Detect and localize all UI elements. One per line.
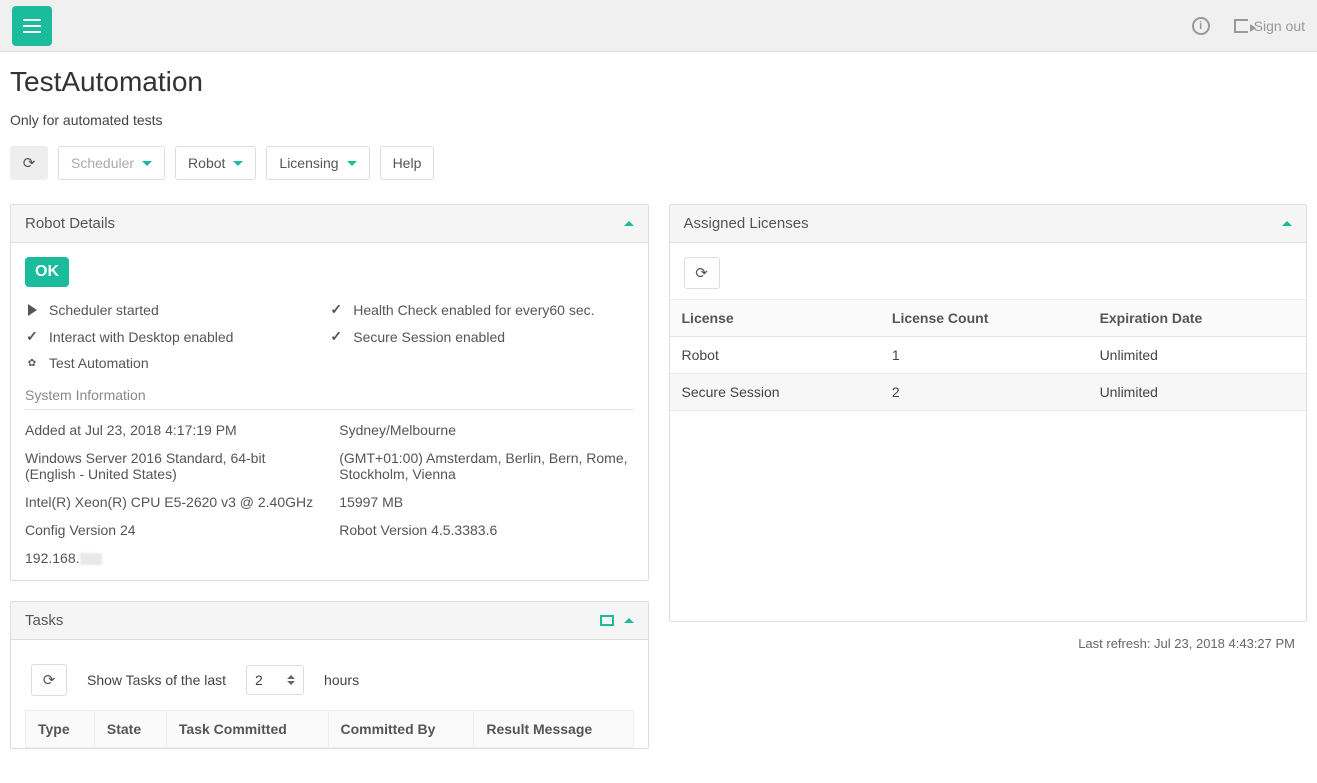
- licenses-panel: Assigned Licenses ⟳ License License Coun…: [669, 204, 1308, 622]
- info-config: Config Version 24: [25, 522, 319, 538]
- licenses-refresh-button[interactable]: ⟳: [684, 257, 720, 289]
- collapse-icon: [624, 618, 634, 623]
- refresh-icon: ⟳: [23, 156, 36, 171]
- info-ip: 192.168.: [25, 550, 319, 566]
- status-scheduler: Scheduler started: [25, 301, 329, 318]
- info-cpu: Intel(R) Xeon(R) CPU E5-2620 v3 @ 2.40GH…: [25, 494, 319, 510]
- refresh-icon: ⟳: [43, 673, 56, 688]
- col-result[interactable]: Result Message: [474, 711, 633, 748]
- col-license[interactable]: License: [670, 300, 880, 337]
- scheduler-label: Scheduler: [71, 155, 134, 171]
- refresh-icon: ⟳: [695, 266, 708, 281]
- signout-icon: [1234, 19, 1248, 33]
- tasks-title: Tasks: [25, 612, 63, 629]
- info-rversion: Robot Version 4.5.3383.6: [339, 522, 633, 538]
- robot-label: Robot: [188, 155, 225, 171]
- robot-details-title: Robot Details: [25, 215, 115, 232]
- system-info-grid: Added at Jul 23, 2018 4:17:19 PM Sydney/…: [25, 422, 634, 566]
- collapse-icon: [1282, 221, 1292, 226]
- hours-unit: hours: [324, 672, 359, 688]
- robot-details-header[interactable]: Robot Details: [11, 205, 648, 243]
- licenses-footer: Last refresh: Jul 23, 2018 4:43:27 PM: [669, 628, 1308, 659]
- caret-down-icon: [142, 161, 152, 166]
- ip-mask: [80, 553, 102, 565]
- page-subtitle: Only for automated tests: [10, 112, 1307, 128]
- tasks-table: Type State Task Committed Committed By R…: [25, 710, 634, 748]
- system-info-title: System Information: [25, 387, 634, 410]
- col-committed[interactable]: Task Committed: [166, 711, 328, 748]
- info-icon[interactable]: i: [1192, 17, 1210, 35]
- licenses-title: Assigned Licenses: [684, 215, 809, 232]
- signout-label: Sign out: [1254, 18, 1305, 34]
- tasks-refresh-button[interactable]: ⟳: [31, 664, 67, 696]
- spinner-icon[interactable]: [287, 675, 295, 685]
- hamburger-icon: [23, 25, 41, 27]
- caret-down-icon: [347, 161, 357, 166]
- status-badge: OK: [25, 257, 69, 287]
- info-tz-city: Sydney/Melbourne: [339, 422, 633, 438]
- check-icon: [329, 301, 343, 318]
- col-exp[interactable]: Expiration Date: [1088, 300, 1306, 337]
- signout-button[interactable]: Sign out: [1234, 18, 1305, 34]
- status-automation: Test Automation: [25, 355, 329, 371]
- check-icon: [329, 328, 343, 345]
- col-state[interactable]: State: [94, 711, 166, 748]
- gear-icon: [25, 358, 39, 369]
- tasks-show-label: Show Tasks of the last: [87, 672, 226, 688]
- help-button[interactable]: Help: [380, 146, 435, 180]
- status-interact: Interact with Desktop enabled: [25, 328, 329, 345]
- refresh-button[interactable]: ⟳: [10, 146, 48, 180]
- tasks-header[interactable]: Tasks: [11, 602, 648, 640]
- licenses-header[interactable]: Assigned Licenses: [670, 205, 1307, 243]
- menu-toggle-button[interactable]: [12, 6, 52, 46]
- info-added: Added at Jul 23, 2018 4:17:19 PM: [25, 422, 319, 438]
- robot-dropdown[interactable]: Robot: [175, 146, 256, 180]
- col-by[interactable]: Committed By: [328, 711, 474, 748]
- status-secure: Secure Session enabled: [329, 328, 633, 345]
- tasks-panel: Tasks ⟳ Show Tasks of the last 2: [10, 601, 649, 749]
- licensing-label: Licensing: [279, 155, 338, 171]
- table-row: Secure Session 2 Unlimited: [670, 374, 1307, 411]
- toolbar: ⟳ Scheduler Robot Licensing Help: [10, 146, 1307, 180]
- scheduler-dropdown[interactable]: Scheduler: [58, 146, 165, 180]
- popout-icon[interactable]: [600, 615, 614, 626]
- help-label: Help: [393, 155, 422, 171]
- hours-value: 2: [255, 672, 263, 688]
- page-title: TestAutomation: [10, 66, 1307, 98]
- status-health: Health Check enabled for every60 sec.: [329, 301, 633, 318]
- play-icon: [25, 304, 39, 316]
- info-mem: 15997 MB: [339, 494, 633, 510]
- robot-details-panel: Robot Details OK Scheduler started: [10, 204, 649, 581]
- col-count[interactable]: License Count: [880, 300, 1088, 337]
- col-type[interactable]: Type: [26, 711, 95, 748]
- info-tz-offset: (GMT+01:00) Amsterdam, Berlin, Bern, Rom…: [339, 450, 633, 482]
- table-row: Robot 1 Unlimited: [670, 337, 1307, 374]
- collapse-icon: [624, 221, 634, 226]
- licensing-dropdown[interactable]: Licensing: [266, 146, 369, 180]
- hours-input[interactable]: 2: [246, 665, 304, 695]
- caret-down-icon: [233, 161, 243, 166]
- info-os: Windows Server 2016 Standard, 64-bit (En…: [25, 450, 319, 482]
- check-icon: [25, 328, 39, 345]
- topbar: i Sign out: [0, 0, 1317, 52]
- licenses-table: License License Count Expiration Date Ro…: [670, 299, 1307, 411]
